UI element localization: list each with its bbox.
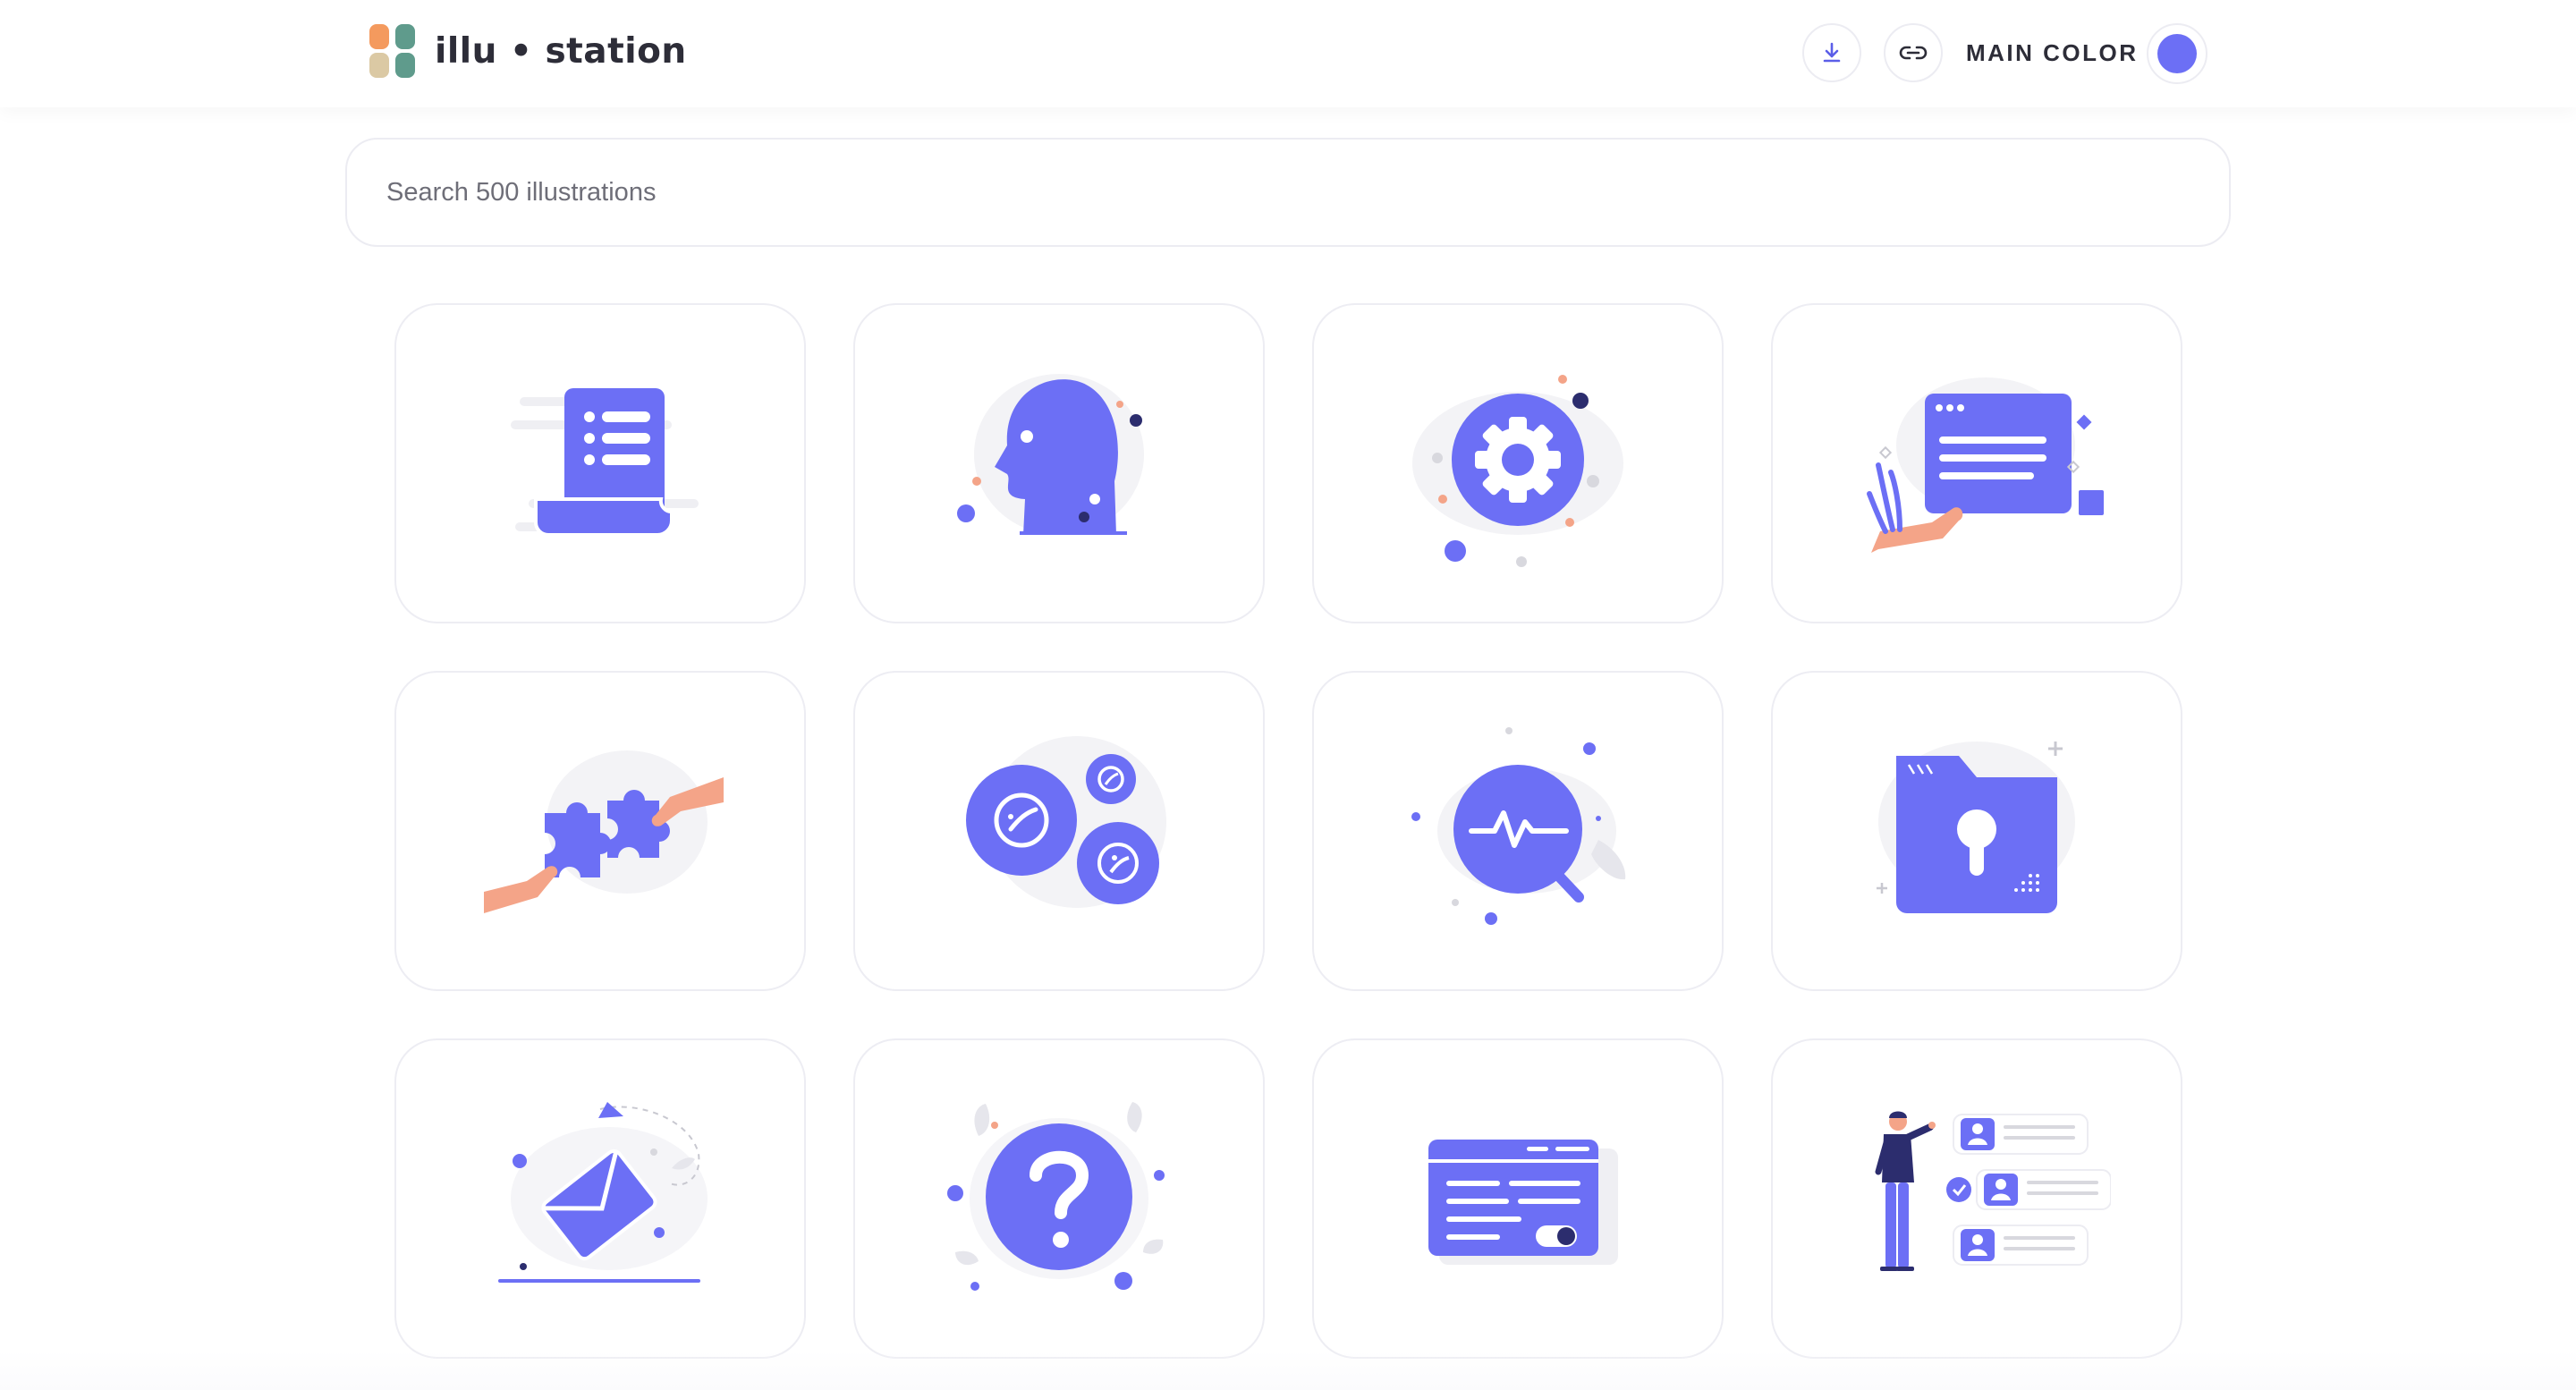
color-swatch-dot — [2157, 34, 2197, 73]
illustration-card[interactable] — [394, 1038, 806, 1359]
link-icon — [1899, 46, 1928, 60]
illustration-card[interactable] — [853, 303, 1265, 623]
bottom-fade — [0, 1351, 2576, 1390]
top-header: illu • station MAIN COLOR — [0, 0, 2576, 107]
question-mark-illustration-icon — [947, 1102, 1165, 1291]
illustration-card[interactable] — [1771, 303, 2182, 623]
app-logo[interactable]: illu • station — [369, 23, 687, 79]
download-button[interactable] — [1802, 23, 1861, 82]
card-toggle-illustration-icon — [1428, 1140, 1618, 1265]
document-list-illustration-icon — [511, 388, 699, 537]
illustration-card[interactable] — [394, 303, 806, 623]
planets-circles-illustration-icon — [966, 736, 1166, 908]
main-color-label: MAIN COLOR — [1966, 39, 2139, 66]
main-color-picker[interactable] — [2147, 23, 2207, 84]
locked-folder-illustration-icon — [1877, 742, 2075, 913]
logo-text: illu • station — [435, 30, 687, 72]
search-input[interactable] — [386, 140, 2175, 245]
illustration-card[interactable] — [1312, 671, 1724, 991]
puzzle-pieces-illustration-icon — [484, 750, 724, 913]
paper-plane-envelope-illustration-icon — [498, 1102, 708, 1283]
human-head-illustration-icon — [957, 374, 1144, 535]
magnifier-pulse-illustration-icon — [1411, 727, 1626, 925]
illustration-card[interactable] — [1312, 1038, 1724, 1359]
copy-link-button[interactable] — [1884, 23, 1943, 82]
browser-window-in-hand-illustration-icon — [1867, 377, 2104, 553]
illustration-card[interactable] — [853, 671, 1265, 991]
illustration-card[interactable] — [853, 1038, 1265, 1359]
illustration-card[interactable] — [1771, 671, 2182, 991]
illustration-card[interactable] — [394, 671, 806, 991]
illustration-card[interactable] — [1312, 303, 1724, 623]
search-bar[interactable] — [345, 138, 2231, 247]
gear-settings-illustration-icon — [1412, 375, 1623, 567]
illustration-card[interactable] — [1771, 1038, 2182, 1359]
person-user-list-illustration-icon — [1875, 1111, 2111, 1271]
download-icon — [1823, 42, 1841, 63]
logo-mark-icon — [369, 24, 415, 78]
